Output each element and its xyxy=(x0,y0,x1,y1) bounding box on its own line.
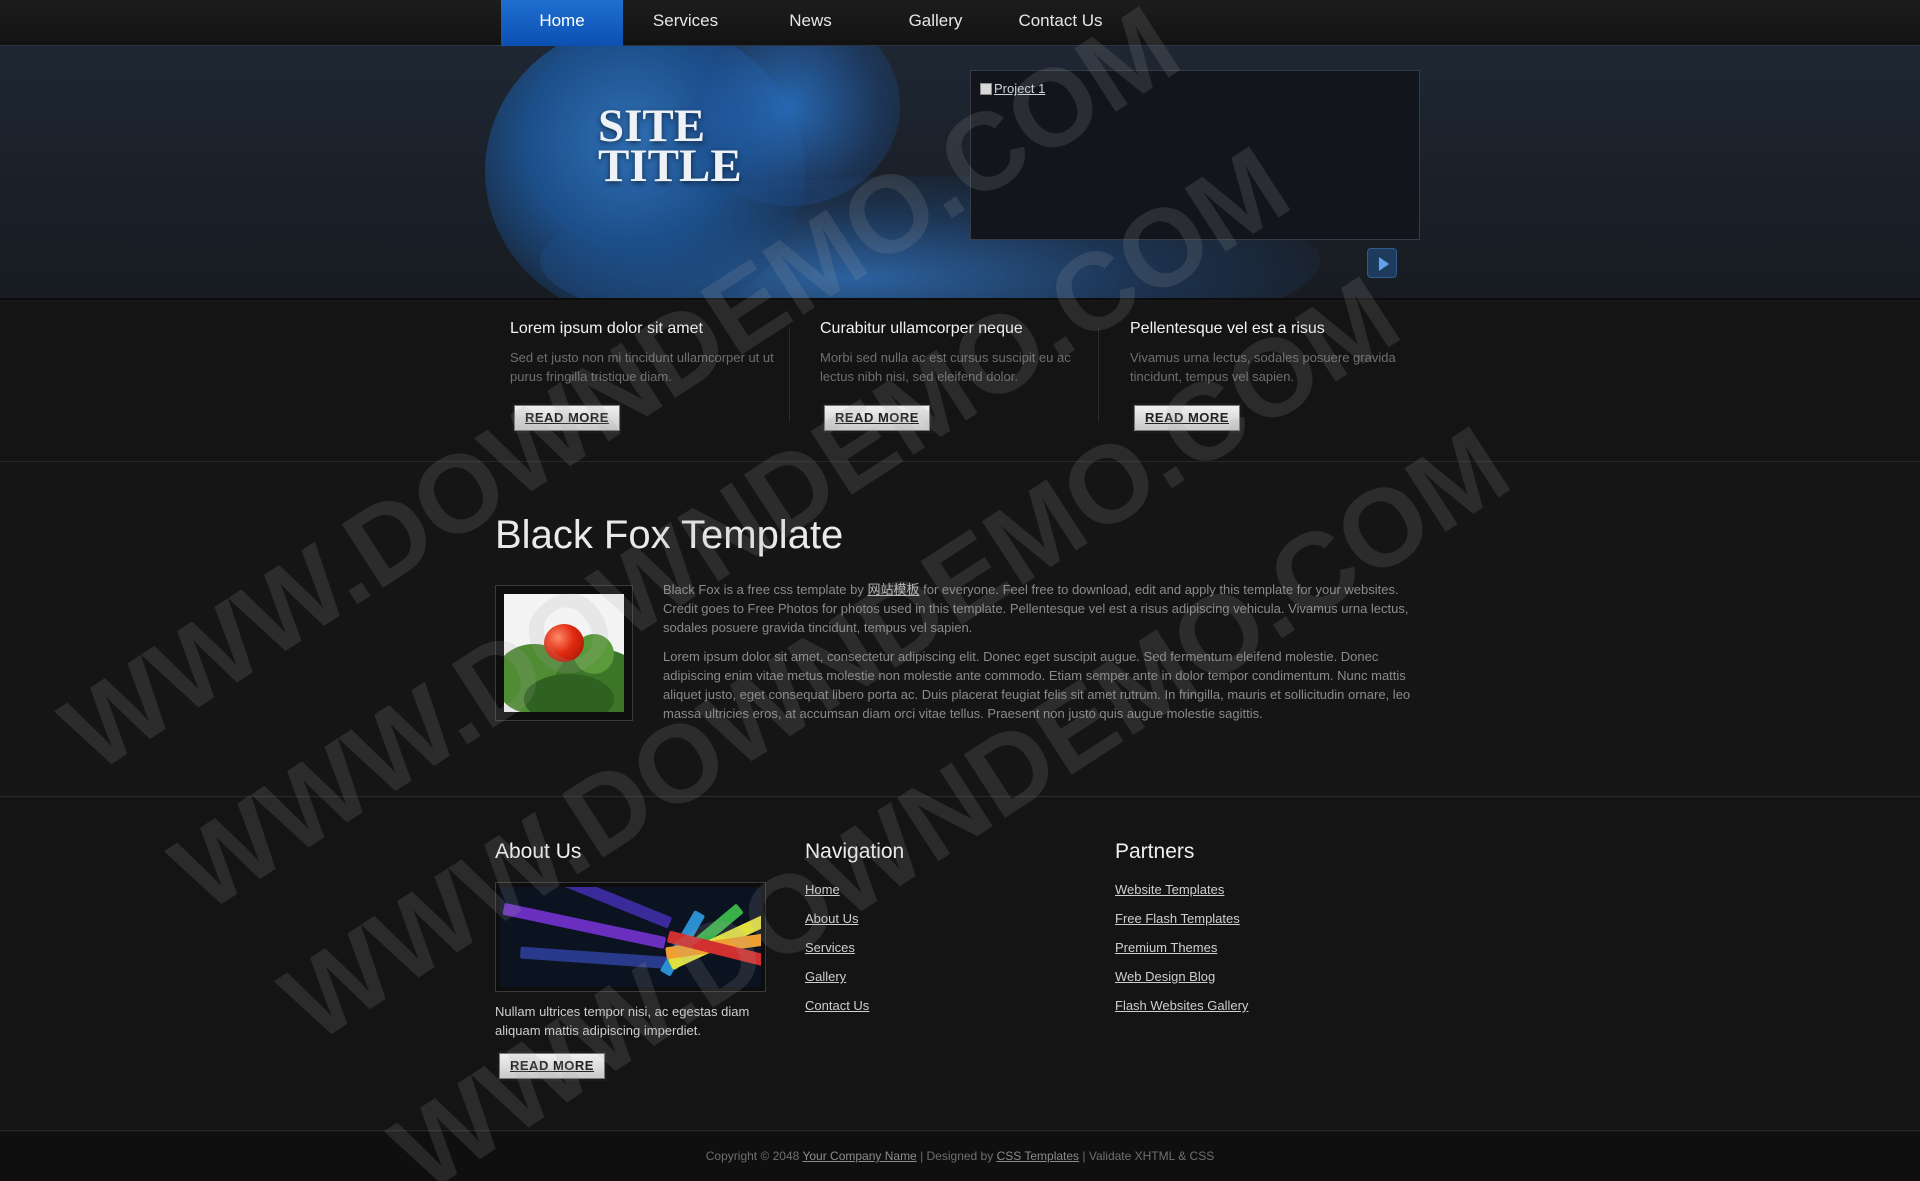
footer-nav-list: Home About Us Services Gallery Contact U… xyxy=(805,882,904,1017)
designer-link[interactable]: CSS Templates xyxy=(997,1149,1079,1163)
read-more-button[interactable]: READ MORE xyxy=(499,1053,605,1079)
slider-image-link[interactable]: Project 1 xyxy=(980,81,1045,96)
features-strip: Lorem ipsum dolor sit amet Sed et justo … xyxy=(0,302,1920,462)
footer-link-about-us[interactable]: About Us xyxy=(805,911,858,926)
nav-home[interactable]: Home xyxy=(501,0,623,48)
divider xyxy=(789,327,790,422)
feature-text: Sed et justo non mi tincidunt ullamcorpe… xyxy=(510,350,774,384)
navigation-column: Navigation Home About Us Services Galler… xyxy=(805,840,904,1027)
footer-columns: About Us Nullam ultrices tempor nisi, ac… xyxy=(0,798,1920,1131)
about-text: Nullam ultrices tempor nisi, ac egestas … xyxy=(495,1004,750,1038)
feature-title: Pellentesque vel est a risus xyxy=(1130,320,1325,337)
about-heading: About Us xyxy=(495,840,582,863)
copyright-bar: Copyright © 2048 Your Company Name | Des… xyxy=(0,1132,1920,1181)
about-us-column: About Us Nullam ultrices tempor nisi, ac… xyxy=(495,840,766,1079)
partner-link[interactable]: Website Templates xyxy=(1115,882,1224,897)
pencils-image xyxy=(495,882,766,992)
play-icon[interactable] xyxy=(1367,248,1397,278)
main-text: Black Fox is a free css template by 网站模板… xyxy=(663,580,1413,733)
main-paragraph: Black Fox is a free css template by 网站模板… xyxy=(663,582,1409,635)
feature-title: Curabitur ullamcorper neque xyxy=(820,320,1023,337)
nav-gallery[interactable]: Gallery xyxy=(873,0,998,48)
footer-link-services[interactable]: Services xyxy=(805,940,855,955)
divider xyxy=(1098,327,1099,422)
read-more-button[interactable]: READ MORE xyxy=(824,405,930,431)
partners-column: Partners Website Templates Free Flash Te… xyxy=(1115,840,1248,1027)
partner-link[interactable]: Free Flash Templates xyxy=(1115,911,1240,926)
partners-list: Website Templates Free Flash Templates P… xyxy=(1115,882,1248,1017)
slider-image-alt: Project 1 xyxy=(994,81,1046,96)
navigation-heading: Navigation xyxy=(805,840,905,863)
top-navigation-bar: Home Services News Gallery Contact Us xyxy=(0,0,1920,48)
main-paragraph: Lorem ipsum dolor sit amet, consectetur … xyxy=(663,649,1411,721)
feature-text: Vivamus urna lectus, sodales posuere gra… xyxy=(1130,350,1396,384)
main-nav: Home Services News Gallery Contact Us xyxy=(501,0,1123,48)
nav-news[interactable]: News xyxy=(748,0,873,48)
footer-link-home[interactable]: Home xyxy=(805,882,840,897)
nav-contact-us[interactable]: Contact Us xyxy=(998,0,1123,48)
feature-item: Lorem ipsum dolor sit amet Sed et justo … xyxy=(510,320,790,431)
read-more-button[interactable]: READ MORE xyxy=(514,405,620,431)
feature-item: Pellentesque vel est a risus Vivamus urn… xyxy=(1130,320,1410,431)
project-slider: Project 1 xyxy=(970,70,1420,240)
read-more-button[interactable]: READ MORE xyxy=(1134,405,1240,431)
feature-item: Curabitur ullamcorper neque Morbi sed nu… xyxy=(820,320,1100,431)
partner-link[interactable]: Flash Websites Gallery xyxy=(1115,998,1248,1013)
feature-title: Lorem ipsum dolor sit amet xyxy=(510,320,703,337)
company-link[interactable]: Your Company Name xyxy=(802,1149,916,1163)
broken-image-icon xyxy=(980,82,992,95)
footer-link-gallery[interactable]: Gallery xyxy=(805,969,846,984)
template-site-link[interactable]: 网站模板 xyxy=(867,582,919,597)
feature-text: Morbi sed nulla ac est cursus suscipit e… xyxy=(820,350,1071,384)
partner-link[interactable]: Premium Themes xyxy=(1115,940,1217,955)
partners-heading: Partners xyxy=(1115,840,1195,863)
nav-services[interactable]: Services xyxy=(623,0,748,48)
footer-link-contact-us[interactable]: Contact Us xyxy=(805,998,869,1013)
page-title: Black Fox Template xyxy=(495,513,844,557)
site-title: SITE TITLE xyxy=(598,100,742,192)
partner-link[interactable]: Web Design Blog xyxy=(1115,969,1215,984)
main-content: Black Fox Template Black Fox is a free c… xyxy=(0,463,1920,797)
tomato-image xyxy=(495,585,633,721)
header-banner: SITE TITLE Project 1 xyxy=(0,46,1920,300)
